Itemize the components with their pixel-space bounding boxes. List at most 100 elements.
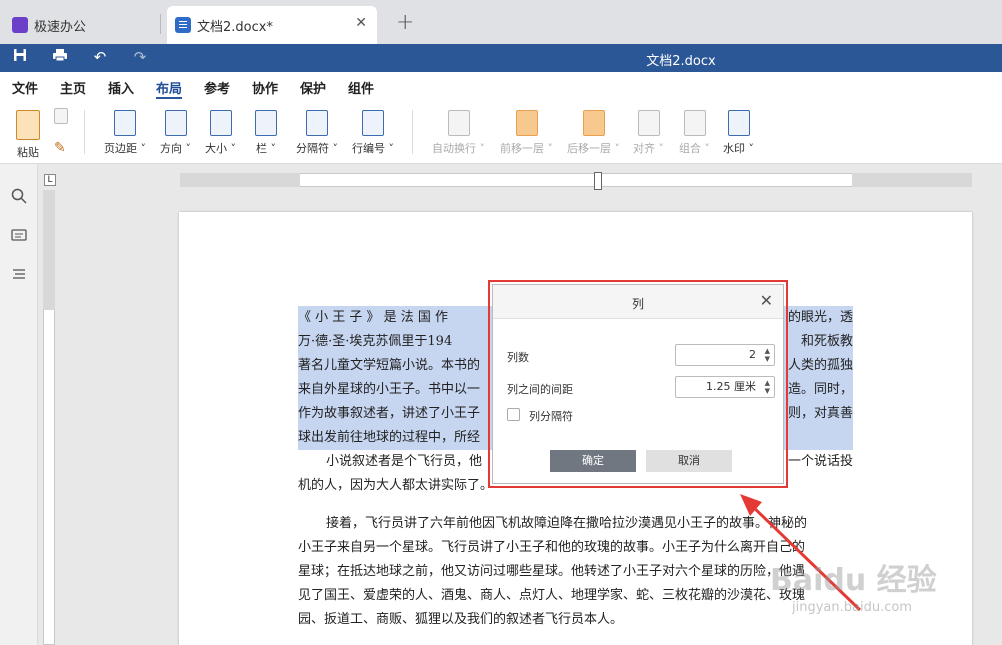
stepper-arrows-icon[interactable]: ▲ ▼ bbox=[765, 379, 770, 395]
new-tab-button[interactable]: + bbox=[396, 10, 414, 35]
menu-protect[interactable]: 保护 bbox=[300, 78, 326, 97]
menu-layout[interactable]: 布局 bbox=[156, 78, 182, 97]
text-line: 《 小 王 子 》 是 法 国 作 bbox=[298, 310, 449, 325]
search-icon[interactable] bbox=[10, 188, 28, 206]
rocket-icon bbox=[12, 17, 28, 33]
breaks-button[interactable]: 分隔符 ˅ bbox=[296, 110, 338, 156]
columns-dialog: 列 ✕ 列数 2 ▲ ▼ 列之间的间距 1.25 厘米 ▲ ▼ 列分隔符 确定 取消 bbox=[492, 284, 784, 484]
dialog-header: 列 ✕ bbox=[493, 285, 783, 319]
format-painter-icon[interactable]: ✎ bbox=[54, 140, 66, 156]
menu-insert[interactable]: 插入 bbox=[108, 78, 134, 97]
text-line: 球出发前往地球的过程中，所经 bbox=[298, 430, 481, 445]
column-separator-label: 列分隔符 bbox=[529, 410, 573, 423]
group-label: 组合 ˅ bbox=[679, 142, 710, 155]
left-sidebar bbox=[0, 164, 38, 645]
paste-button[interactable]: 粘贴 bbox=[16, 110, 40, 160]
cancel-button[interactable]: 取消 bbox=[646, 450, 732, 472]
tab-document[interactable]: 文档2.docx* ✕ bbox=[167, 6, 377, 44]
tab-app-label: 极速办公 bbox=[34, 19, 87, 35]
ribbon-divider bbox=[84, 110, 85, 154]
navigation-icon[interactable] bbox=[10, 266, 28, 284]
columns-button[interactable]: 栏 ˅ bbox=[255, 110, 277, 156]
menu-plugins[interactable]: 组件 bbox=[348, 78, 374, 97]
text-line: 万·德·圣·埃克苏佩里于194 bbox=[298, 334, 453, 349]
line-numbers-button[interactable]: 行编号 ˅ bbox=[352, 110, 394, 156]
column-spacing-stepper[interactable]: 1.25 厘米 ▲ ▼ bbox=[675, 376, 775, 398]
text-line: 来自外星球的小王子。书中以一 bbox=[298, 382, 481, 397]
breaks-icon bbox=[306, 110, 328, 136]
watermark-icon bbox=[727, 110, 750, 136]
breaks-label: 分隔符 ˅ bbox=[296, 142, 338, 155]
title-bar: ↶ ↷ 文档2.docx bbox=[0, 44, 1002, 72]
tab-close-icon[interactable]: ✕ bbox=[355, 15, 367, 31]
orientation-button[interactable]: 方向 ˅ bbox=[160, 110, 191, 156]
ruler-margin-right bbox=[852, 173, 972, 187]
text-line: 的眼光，透 bbox=[787, 310, 853, 325]
orientation-label: 方向 ˅ bbox=[160, 142, 191, 155]
send-backward-icon bbox=[582, 110, 605, 136]
wrap-label: 自动换行 ˅ bbox=[432, 142, 485, 155]
close-icon[interactable]: ✕ bbox=[760, 291, 773, 310]
bring-forward-icon bbox=[515, 110, 538, 136]
text-line: 著名儿童文学短篇小说。本书的 bbox=[298, 358, 481, 373]
bring-forward-label: 前移一层 ˅ bbox=[500, 142, 553, 155]
menu-home[interactable]: 主页 bbox=[60, 78, 86, 97]
bring-forward-button[interactable]: 前移一层 ˅ bbox=[500, 110, 553, 156]
margins-label: 页边距 ˅ bbox=[104, 142, 146, 155]
dialog-title: 列 bbox=[631, 297, 644, 311]
active-menu-indicator bbox=[156, 97, 182, 99]
column-spacing-label: 列之间的间距 bbox=[507, 383, 573, 396]
paste-label: 粘贴 bbox=[17, 146, 39, 159]
ribbon-divider bbox=[412, 110, 413, 154]
align-icon bbox=[637, 110, 660, 136]
ruler-indent-marker[interactable] bbox=[594, 172, 602, 190]
ribbon-toolbar: 粘贴 ✎ 页边距 ˅ 方向 ˅ 大小 ˅ 栏 ˅ 分隔符 ˅ 行编号 ˅ 自动换… bbox=[0, 100, 1002, 164]
group-icon bbox=[683, 110, 706, 136]
comment-icon[interactable] bbox=[10, 228, 28, 246]
watermark-button[interactable]: 水印 ˅ bbox=[723, 110, 754, 156]
columns-count-value: 2 bbox=[749, 348, 756, 361]
menu-file[interactable]: 文件 bbox=[12, 78, 38, 97]
columns-count-stepper[interactable]: 2 ▲ ▼ bbox=[675, 344, 775, 366]
baidu-watermark: Baidu 经验 bbox=[770, 563, 937, 598]
columns-icon bbox=[255, 110, 277, 136]
tab-divider bbox=[160, 14, 161, 34]
wrap-text-button[interactable]: 自动换行 ˅ bbox=[432, 110, 485, 156]
align-button[interactable]: 对齐 ˅ bbox=[633, 110, 664, 156]
text-line: 造。同时， bbox=[787, 382, 853, 397]
text-line: 一个说话投 bbox=[787, 454, 853, 469]
size-icon bbox=[209, 110, 232, 136]
tab-stop-selector[interactable]: L bbox=[44, 174, 56, 186]
document-icon bbox=[175, 17, 191, 33]
copy-button[interactable] bbox=[54, 108, 68, 128]
wrap-icon bbox=[447, 110, 470, 136]
columns-count-label: 列数 bbox=[507, 351, 529, 364]
group-button[interactable]: 组合 ˅ bbox=[679, 110, 710, 156]
align-label: 对齐 ˅ bbox=[633, 142, 664, 155]
size-label: 大小 ˅ bbox=[205, 142, 236, 155]
baidu-watermark-url: jingyan.baidu.com bbox=[792, 600, 912, 615]
text-line: 作为故事叙述者，讲述了小王子 bbox=[298, 406, 481, 421]
tab-doc-label: 文档2.docx* bbox=[197, 19, 273, 35]
document-title: 文档2.docx bbox=[646, 54, 716, 69]
ruler-margin-left bbox=[180, 173, 300, 187]
send-backward-label: 后移一层 ˅ bbox=[567, 142, 620, 155]
text-line: 人类的孤独 bbox=[787, 358, 853, 373]
margins-icon bbox=[114, 110, 136, 136]
margins-button[interactable]: 页边距 ˅ bbox=[104, 110, 146, 156]
size-button[interactable]: 大小 ˅ bbox=[205, 110, 236, 156]
line-numbers-icon bbox=[362, 110, 384, 136]
send-backward-button[interactable]: 后移一层 ˅ bbox=[567, 110, 620, 156]
ruler-margin-top bbox=[43, 190, 55, 310]
orientation-icon bbox=[164, 110, 187, 136]
ok-button[interactable]: 确定 bbox=[550, 450, 636, 472]
menu-references[interactable]: 参考 bbox=[204, 78, 230, 97]
watermark-label: 水印 ˅ bbox=[723, 142, 754, 155]
stepper-arrows-icon[interactable]: ▲ ▼ bbox=[765, 347, 770, 363]
menu-collaborate[interactable]: 协作 bbox=[252, 78, 278, 97]
column-separator-checkbox[interactable] bbox=[507, 408, 520, 421]
tab-app-home[interactable]: 极速办公 bbox=[0, 6, 160, 44]
copy-icon bbox=[54, 108, 68, 124]
columns-label: 栏 ˅ bbox=[256, 142, 276, 155]
menu-bar: 文件 主页 插入 布局 参考 协作 保护 组件 bbox=[0, 72, 1002, 100]
